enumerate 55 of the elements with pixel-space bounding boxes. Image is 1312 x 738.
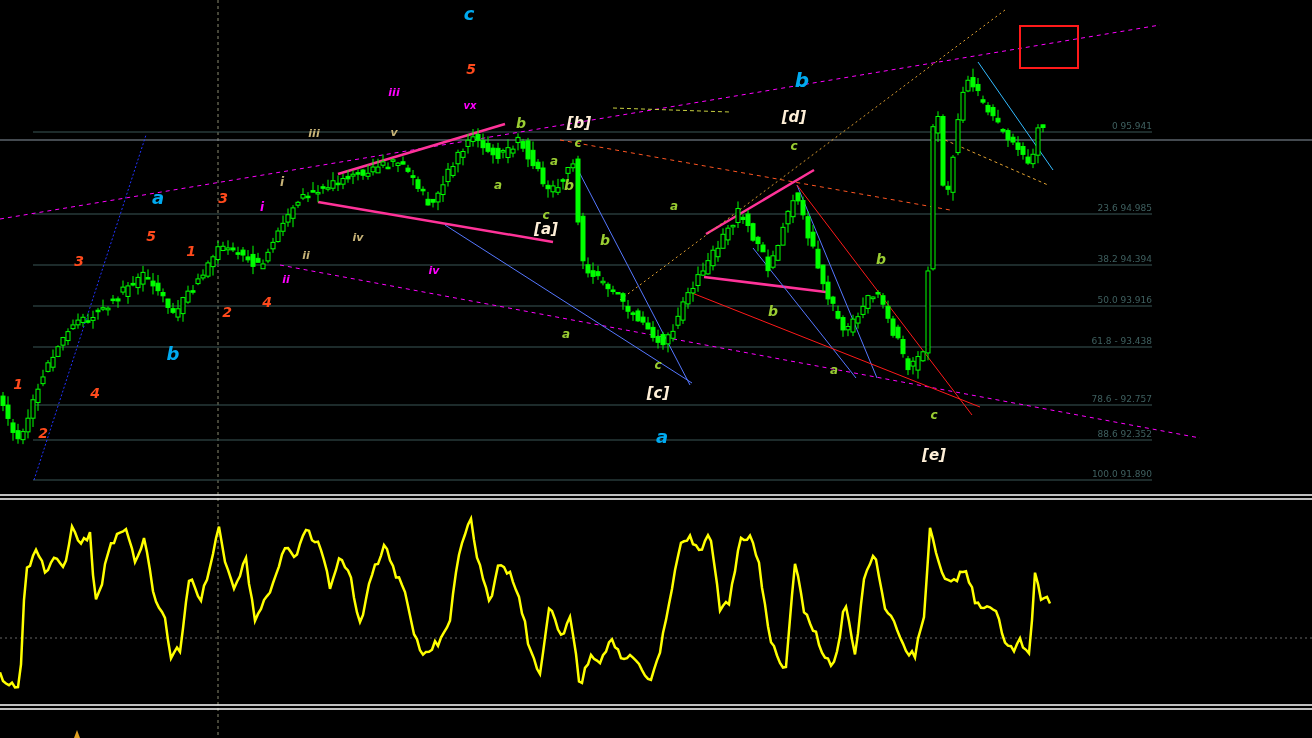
wave-label: v: [390, 125, 398, 139]
wave-label: a: [561, 327, 571, 341]
wave-label: b: [166, 342, 180, 364]
wave-label: b: [876, 251, 886, 267]
wave-label: c: [790, 139, 798, 153]
wave-label: 4: [262, 294, 272, 310]
wave-label: iii: [388, 85, 400, 99]
wave-label: iii: [308, 126, 320, 140]
wave-label: b: [600, 232, 610, 248]
wave-label: b: [564, 177, 574, 193]
wave-label: 2: [222, 304, 232, 320]
wave-label: ii: [302, 248, 310, 262]
wave-label: ii: [282, 272, 290, 286]
fib-level-label: 78.6 - 92.757: [1091, 394, 1152, 404]
wave-label: [a]: [534, 220, 558, 238]
wave-label: b: [794, 68, 810, 92]
wave-label: c: [463, 2, 475, 24]
wave-label: [b]: [566, 114, 592, 132]
wave-label: c: [654, 358, 662, 372]
wave-label: a: [669, 199, 679, 213]
wave-label: [e]: [922, 446, 946, 464]
wave-label: c: [930, 408, 938, 422]
up-arrow-icon: [74, 730, 80, 738]
wave-label: i: [259, 200, 265, 214]
highlight-rectangle: [1019, 25, 1079, 69]
fib-level-label: 0 95.941: [1111, 121, 1152, 131]
wave-label: 3: [74, 253, 84, 269]
wave-label: [d]: [781, 108, 807, 126]
wave-label: a: [829, 363, 839, 377]
wave-label: b: [768, 303, 778, 319]
wave-label: iv: [352, 230, 364, 244]
wave-label: 2: [38, 425, 48, 441]
wave-label: 5: [466, 61, 476, 77]
wave-label: i: [279, 175, 285, 189]
fib-level-label: 88.6 92.352: [1097, 429, 1152, 439]
wave-label: a: [151, 186, 165, 208]
wave-label: 3: [218, 190, 228, 206]
wave-label: 1: [186, 243, 196, 259]
wave-label: 5: [146, 228, 156, 244]
wave-label: a: [655, 425, 669, 447]
wave-label: vx: [463, 99, 477, 111]
wave-label: a: [493, 178, 503, 192]
fib-level-label: 23.6 94.985: [1097, 203, 1152, 213]
fib-level-label: 100.0 91.890: [1091, 469, 1152, 479]
fib-level-label: 61.8 - 93.438: [1091, 336, 1152, 346]
wave-label: a: [549, 154, 559, 168]
wave-label: c: [574, 136, 582, 150]
wave-label: 4: [90, 385, 100, 401]
wave-label: [c]: [646, 384, 670, 402]
wave-label: iv: [428, 263, 440, 277]
wave-label: b: [516, 115, 526, 131]
wave-label: c: [542, 208, 550, 222]
fib-level-label: 50.0 93.916: [1097, 295, 1152, 305]
fib-level-label: 38.2 94.394: [1097, 254, 1152, 264]
wave-label: 1: [13, 376, 23, 392]
